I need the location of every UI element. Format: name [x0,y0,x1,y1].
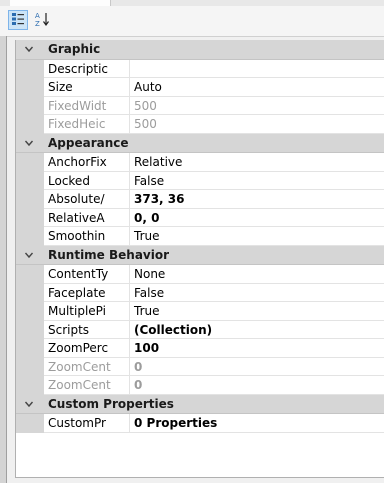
category-label: Runtime Behavior [48,247,170,262]
property-name[interactable]: Scripts [44,320,130,339]
property-grid-toolbar: A Z [0,6,384,37]
property-value[interactable]: Relative [130,153,384,172]
property-value[interactable]: Auto [130,78,384,97]
row-gutter [16,208,44,227]
property-name[interactable]: ZoomCent [44,376,130,395]
row-gutter [16,376,44,395]
property-row[interactable]: MultiplePi True [16,302,384,321]
property-name[interactable]: Smoothin [44,227,130,246]
category-graphic[interactable]: Graphic [16,40,384,60]
property-value[interactable]: None [130,265,384,284]
row-gutter [16,414,44,433]
property-name[interactable]: ContentTy [44,265,130,284]
category-appearance[interactable]: Appearance [16,133,384,153]
row-gutter [16,302,44,321]
property-name[interactable]: FixedHeic [44,115,130,134]
property-row[interactable]: ZoomPerc 100 [16,339,384,358]
property-name[interactable]: Absolute/ [44,190,130,209]
property-value[interactable]: False [130,172,384,190]
property-value[interactable]: False [130,284,384,302]
property-row[interactable]: Smoothin True [16,227,384,246]
category-label: Custom Properties [48,396,174,411]
alphabetical-sort-icon: A Z [34,11,50,30]
property-row[interactable]: FixedHeic 500 [16,115,384,134]
property-value[interactable]: 0 [130,358,384,376]
property-name[interactable]: ZoomPerc [44,339,130,358]
category-custom-properties[interactable]: Custom Properties [16,394,384,414]
property-row[interactable]: ZoomCent 0 [16,357,384,376]
row-gutter [16,115,44,134]
property-row[interactable]: Size Auto [16,78,384,97]
row-gutter [16,357,44,376]
row-gutter [16,96,44,115]
row-gutter [16,227,44,246]
row-gutter [16,339,44,358]
category-runtime-behavior[interactable]: Runtime Behavior [16,245,384,265]
row-gutter [16,265,44,284]
property-value[interactable]: True [130,227,384,246]
property-grid: Graphic Descriptic Size Auto FixedWidt 500 Fix… [15,40,384,477]
row-gutter [16,78,44,97]
property-value[interactable]: True [130,302,384,321]
property-row[interactable]: Locked False [16,171,384,190]
property-row[interactable]: Descriptic [16,59,384,78]
chevron-down-icon[interactable] [22,249,36,261]
property-row[interactable]: Scripts (Collection) [16,320,384,339]
property-value[interactable]: 0 Properties [130,414,384,433]
property-value[interactable]: 500 [130,97,384,115]
property-row[interactable]: RelativeA 0, 0 [16,208,384,227]
property-value[interactable]: 373, 36 [130,190,384,209]
property-name[interactable]: Faceplate [44,283,130,302]
property-row[interactable]: Absolute/373, 36 [16,190,384,209]
property-value[interactable]: (Collection) [130,321,384,339]
property-row[interactable]: ContentTy None [16,265,384,284]
grid-bottom-border [15,477,384,478]
category-label: Appearance [48,135,129,150]
property-value[interactable]: 0, 0 [130,209,384,227]
categorized-view-button[interactable] [8,10,28,30]
row-gutter [16,171,44,190]
property-row[interactable]: Faceplate False [16,283,384,302]
property-value[interactable] [130,60,384,78]
property-name[interactable]: CustomPr [44,414,130,433]
left-panel-edge [0,36,7,483]
svg-text:A: A [35,12,40,20]
property-name[interactable]: ZoomCent [44,357,130,376]
property-row[interactable]: AnchorFix Relative [16,153,384,172]
property-name[interactable]: Descriptic [44,59,130,78]
property-name[interactable]: MultiplePi [44,302,130,321]
row-gutter [16,190,44,209]
property-value[interactable]: 100 [130,339,384,358]
property-name[interactable]: Locked [44,171,130,190]
chevron-down-icon[interactable] [22,398,36,410]
property-name[interactable]: AnchorFix [44,153,130,172]
row-gutter [16,320,44,339]
row-gutter [16,153,44,172]
chevron-down-icon[interactable] [22,137,36,149]
alphabetical-sort-button[interactable]: A Z [32,10,52,30]
property-row[interactable]: CustomPr 0 Properties [16,414,384,433]
property-value[interactable]: 500 [130,115,384,134]
property-name[interactable]: Size [44,78,130,97]
property-row[interactable]: FixedWidt 500 [16,96,384,115]
chevron-down-icon[interactable] [22,43,36,55]
property-name[interactable]: FixedWidt [44,96,130,115]
property-row[interactable]: ZoomCent 0 [16,376,384,395]
row-gutter [16,283,44,302]
property-name[interactable]: RelativeA [44,208,130,227]
svg-text:Z: Z [35,20,40,27]
category-label: Graphic [48,42,101,56]
property-value[interactable]: 0 [130,376,384,395]
categorized-view-icon [11,12,25,29]
row-gutter [16,59,44,78]
